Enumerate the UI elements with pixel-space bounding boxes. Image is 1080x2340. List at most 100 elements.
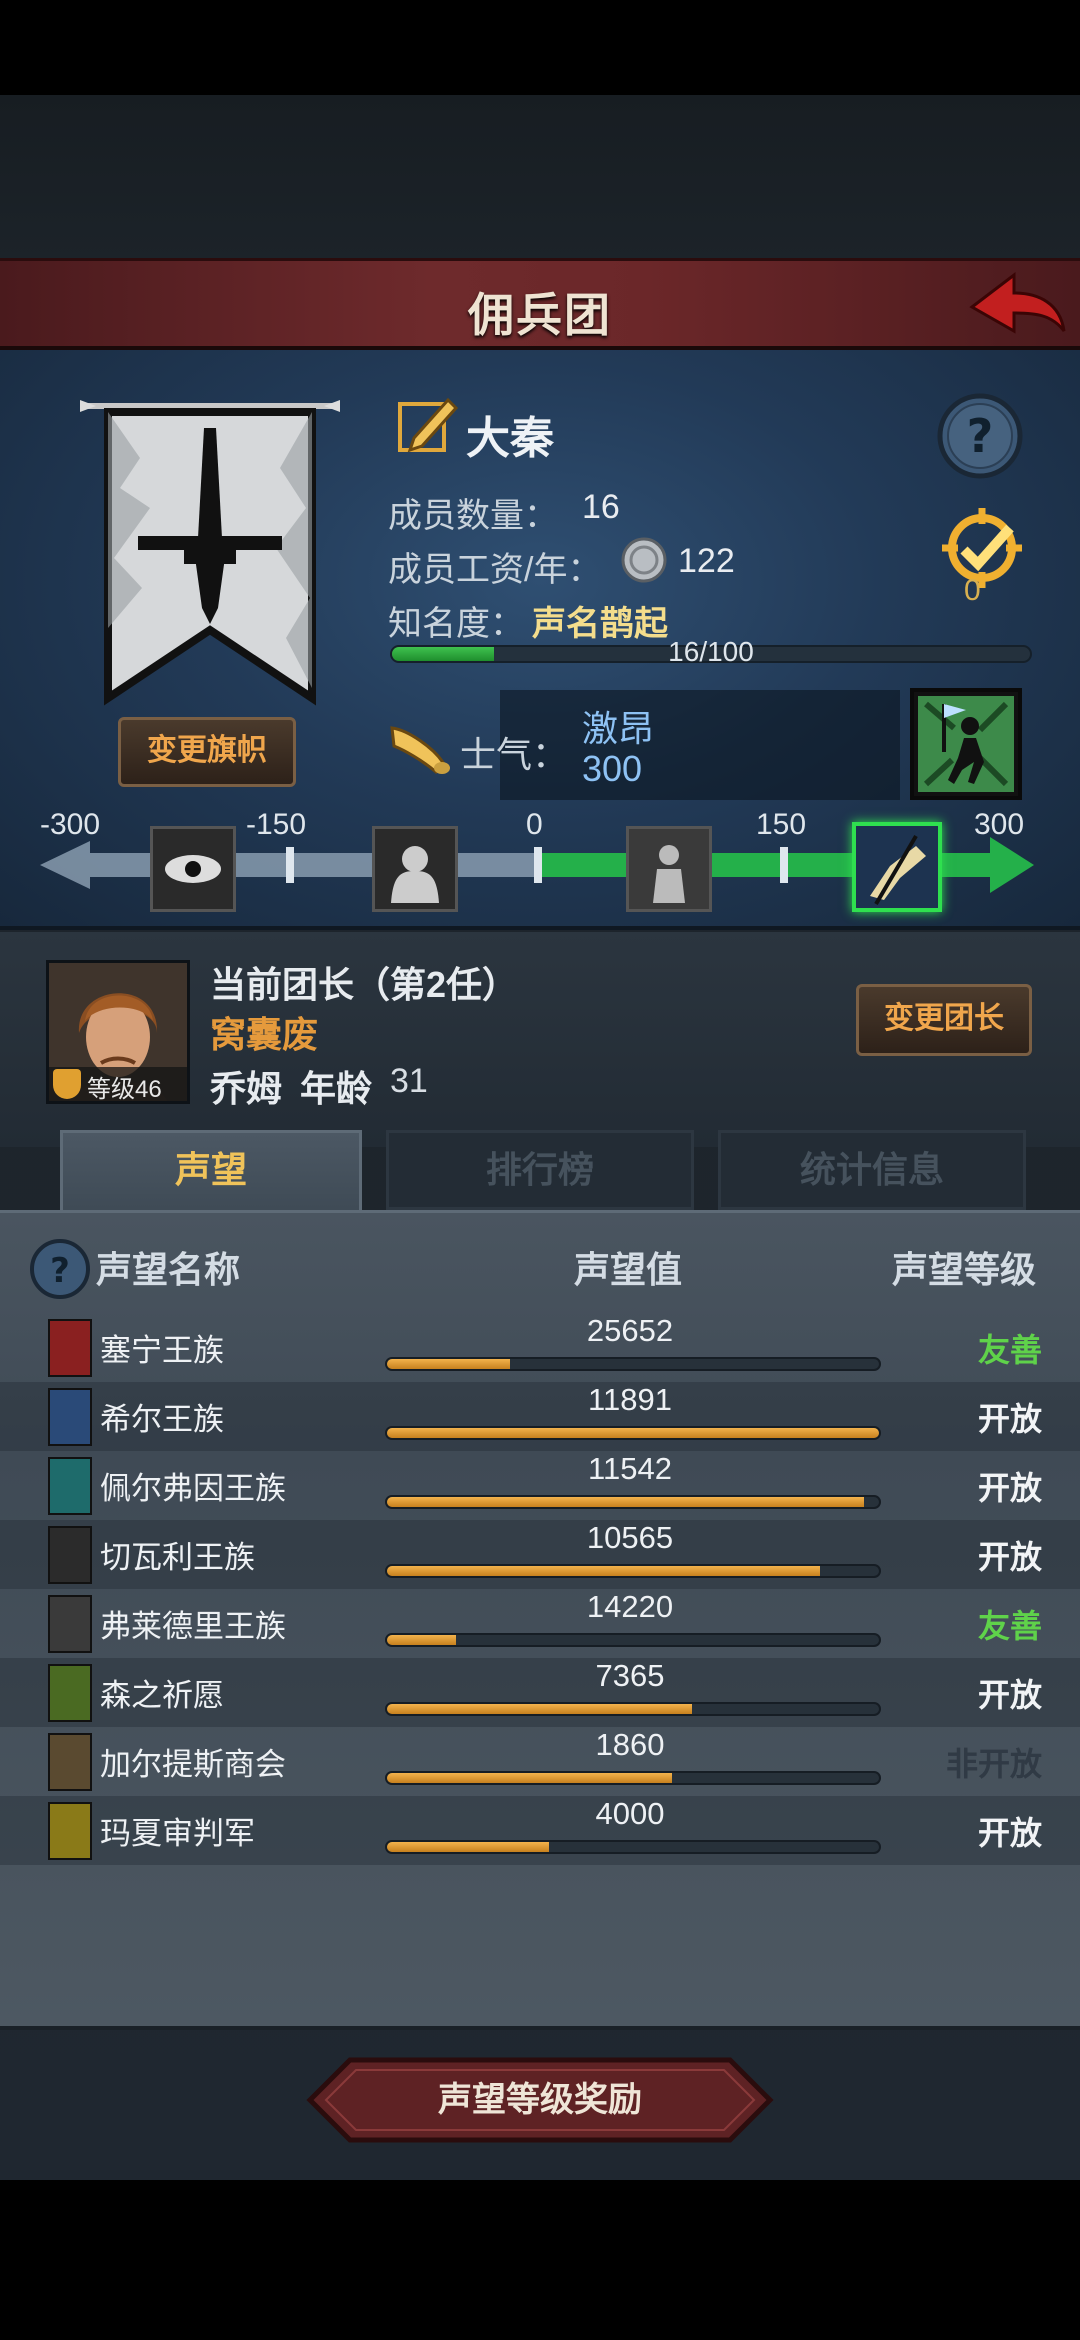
reputation-value: 7365 xyxy=(595,1658,665,1693)
back-button[interactable] xyxy=(968,269,1068,345)
reputation-level: 友善 xyxy=(977,1332,1042,1368)
reputation-progress-fill xyxy=(387,1497,865,1507)
level-badge: 等级46 xyxy=(49,1067,187,1101)
reputation-value: 1860 xyxy=(595,1727,665,1762)
change-leader-button[interactable]: 变更团长 xyxy=(856,984,1032,1056)
reputation-row[interactable]: 加尔提斯商会 1860 非开放 xyxy=(0,1727,1080,1796)
leader-trait: 窝囊废 xyxy=(210,1014,319,1055)
reputation-reward-button[interactable]: 声望等级奖励 xyxy=(306,2056,774,2144)
reputation-level: 开放 xyxy=(977,1815,1042,1851)
reputation-faction-name: 佩尔弗因王族 xyxy=(100,1471,286,1506)
reputation-level: 友善 xyxy=(977,1608,1042,1644)
morale-icon-despair[interactable] xyxy=(150,826,236,912)
reputation-reward-label: 声望等级奖励 xyxy=(438,2081,642,2119)
morale-icon-fear[interactable] xyxy=(372,826,458,912)
page-title: 佣兵团 xyxy=(468,289,612,341)
svg-text:?: ? xyxy=(50,1251,70,1291)
tree-icon xyxy=(48,1664,92,1722)
reputation-row[interactable]: 弗莱德里王族 14220 友善 xyxy=(0,1589,1080,1658)
reputation-value: 11891 xyxy=(588,1382,672,1417)
members-label: 成员数量： xyxy=(388,497,558,535)
reputation-row[interactable]: 佩尔弗因王族 11542 开放 xyxy=(0,1451,1080,1520)
reputation-faction-name: 希尔王族 xyxy=(100,1402,224,1437)
morale-status-button[interactable] xyxy=(910,688,1022,800)
reputation-row[interactable]: 切瓦利王族 10565 开放 xyxy=(0,1520,1080,1589)
app-screen: 佣兵团 变更旗帜 大秦 成员数量： 16 成员工资/年： 122 知名度： 声名… xyxy=(0,0,1080,2340)
leader-age-label: 年龄 xyxy=(300,1068,373,1109)
charging-banner-icon xyxy=(856,826,938,908)
reputation-faction-name: 加尔提斯商会 xyxy=(100,1747,286,1782)
reputation-faction-name: 玛夏审判军 xyxy=(100,1816,255,1851)
reputation-progress-fill xyxy=(387,1773,673,1783)
chest-icon xyxy=(48,1733,92,1791)
reputation-progress-fill xyxy=(387,1359,510,1369)
morale-label: 士气： xyxy=(460,734,569,775)
reputation-progress-bar xyxy=(385,1840,881,1854)
company-banner xyxy=(80,400,340,706)
leader-age-value: 31 xyxy=(390,1062,428,1100)
reputation-level: 开放 xyxy=(977,1401,1042,1437)
reputation-progress-fill xyxy=(387,1566,820,1576)
morale-icon-calm[interactable] xyxy=(626,826,712,912)
tab-statistics[interactable]: 统计信息 xyxy=(718,1130,1026,1210)
morale-state: 激昂 xyxy=(582,708,655,749)
back-arrow-icon xyxy=(969,271,1066,334)
reputation-help-button[interactable]: ? xyxy=(28,1237,92,1301)
salary-value: 122 xyxy=(678,542,735,580)
achievement-button[interactable] xyxy=(934,500,1030,596)
question-icon: ? xyxy=(30,1239,90,1299)
reputation-faction-name: 塞宁王族 xyxy=(100,1333,224,1368)
reputation-row[interactable]: 塞宁王族 25652 友善 xyxy=(0,1313,1080,1382)
tab-ranking[interactable]: 排行榜 xyxy=(386,1130,694,1210)
reputation-row[interactable]: 森之祈愿 7365 开放 xyxy=(0,1658,1080,1727)
red-crest-icon xyxy=(48,1319,92,1377)
title-bar: 佣兵团 xyxy=(0,258,1080,350)
eye-icon xyxy=(153,829,233,909)
morale-value: 300 xyxy=(582,748,643,789)
reputation-progress-fill xyxy=(387,1635,456,1645)
help-button[interactable]: ? xyxy=(936,392,1024,480)
reputation-progress-bar xyxy=(385,1357,881,1371)
reputation-value: 10565 xyxy=(586,1520,674,1555)
flag-runner-icon xyxy=(918,696,1014,792)
header-reputation-level: 声望等级 xyxy=(892,1249,1037,1290)
gold-cross-icon xyxy=(48,1802,92,1860)
morale-icon-high-spirits[interactable] xyxy=(852,822,942,912)
morale-tick-label: 150 xyxy=(756,808,807,841)
reputation-level: 开放 xyxy=(977,1677,1042,1713)
standing-figure-icon xyxy=(629,829,709,909)
header-reputation-name: 声望名称 xyxy=(96,1249,241,1290)
change-banner-button[interactable]: 变更旗帜 xyxy=(118,717,296,787)
edit-name-button[interactable] xyxy=(396,394,460,456)
reputation-level: 非开放 xyxy=(945,1746,1042,1782)
fame-progress-text: 16/100 xyxy=(668,636,754,667)
leader-panel: 等级46 当前团长（第2任） 窝囊废 乔姆 年龄 31 变更团长 xyxy=(0,932,1080,1147)
leader-portrait[interactable]: 等级46 xyxy=(46,960,190,1104)
morale-tick-label: 0 xyxy=(526,808,543,841)
tab-reputation[interactable]: 声望 xyxy=(60,1130,362,1214)
company-name: 大秦 xyxy=(466,414,554,463)
leader-name: 乔姆 xyxy=(210,1068,283,1109)
reputation-progress-fill xyxy=(387,1842,550,1852)
reputation-progress-bar xyxy=(385,1495,881,1509)
reputation-faction-name: 弗莱德里王族 xyxy=(100,1609,286,1644)
reputation-progress-bar xyxy=(385,1564,881,1578)
shield-icon xyxy=(53,1069,81,1099)
horn-icon xyxy=(388,720,452,776)
teal-wave-icon xyxy=(48,1457,92,1515)
svg-text:?: ? xyxy=(967,409,994,463)
reputation-row[interactable]: 玛夏审判军 4000 开放 xyxy=(0,1796,1080,1865)
reputation-progress-fill xyxy=(387,1428,879,1438)
reputation-progress-fill xyxy=(387,1704,693,1714)
reputation-row[interactable]: 希尔王族 11891 开放 xyxy=(0,1382,1080,1451)
morale-tick-label: -150 xyxy=(246,808,307,841)
reputation-faction-name: 森之祈愿 xyxy=(100,1678,224,1713)
members-value: 16 xyxy=(582,488,620,526)
morale-tick-label: 300 xyxy=(974,808,1025,841)
reputation-level: 开放 xyxy=(977,1539,1042,1575)
reputation-progress-bar xyxy=(385,1426,881,1440)
head-in-hands-icon xyxy=(375,829,455,909)
pencil-icon xyxy=(398,397,459,453)
question-icon: ? xyxy=(937,393,1023,479)
reputation-panel: ? 声望名称 声望值 声望等级 塞宁王族 25652 友善 希尔王族 11891 开放 佩尔… xyxy=(0,1210,1080,2030)
